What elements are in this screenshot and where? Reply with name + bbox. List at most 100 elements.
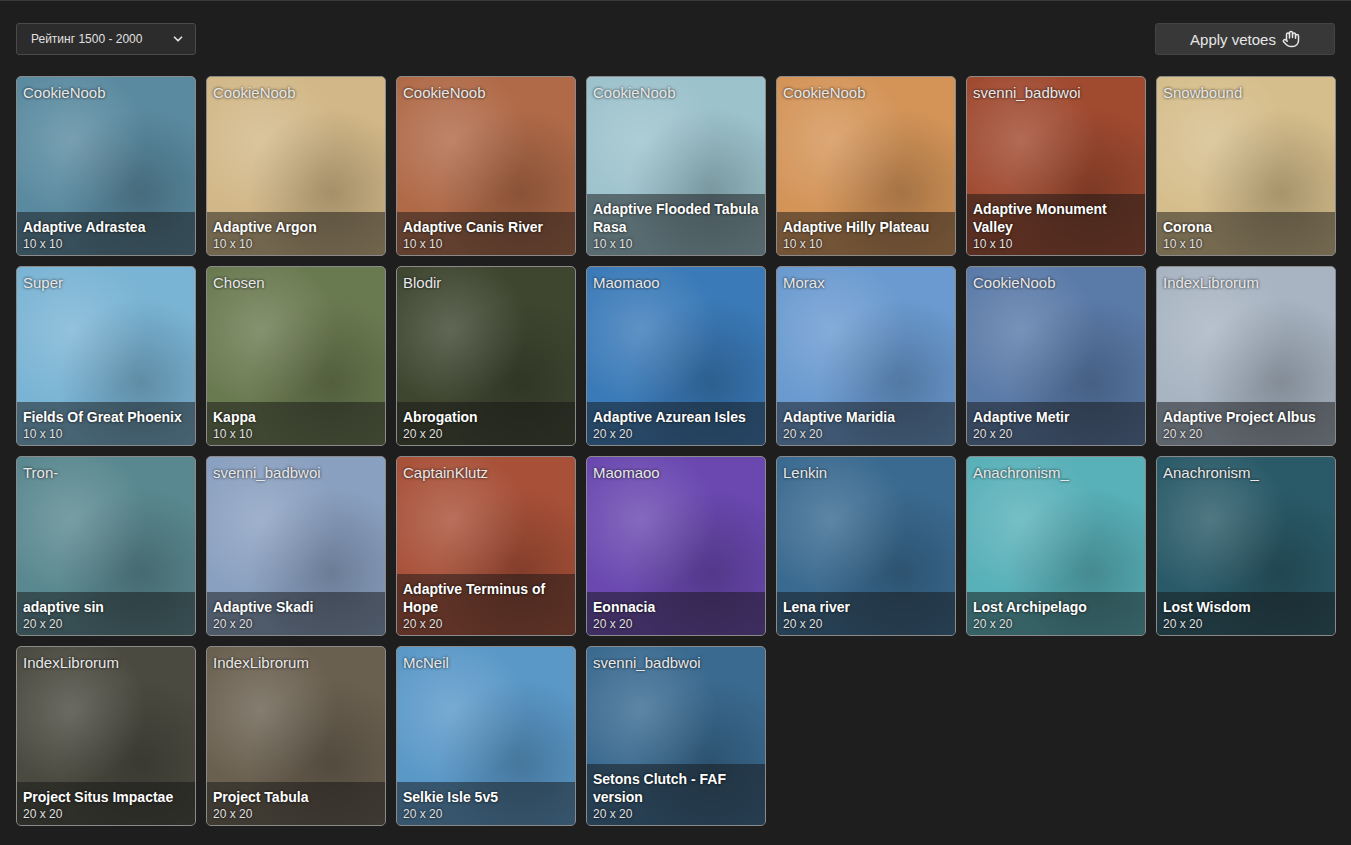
toolbar: Рейтинг 1500 - 2000 Apply vetoes [16,23,1335,55]
map-author: CookieNoob [17,77,195,101]
map-name: Corona [1163,218,1329,236]
map-name: Eonnacia [593,598,759,616]
map-card[interactable]: Anachronism_Lost Wisdom20 x 20 [1156,456,1336,636]
map-size: 20 x 20 [1163,617,1329,631]
map-info: Corona10 x 10 [1157,212,1335,255]
map-size: 20 x 20 [403,807,569,821]
map-size: 20 x 20 [23,807,189,821]
map-size: 10 x 10 [593,237,759,251]
map-author: CookieNoob [207,77,385,101]
map-author: Morax [777,267,955,291]
map-card[interactable]: CookieNoob Adaptive Flooded Tabula Rasa10… [586,76,766,256]
map-card[interactable]: IndexLibrorum Project Tabula20 x 20 [206,646,386,826]
map-author: svenni_badbwoi [587,647,765,671]
map-author: McNeil [397,647,575,671]
map-card[interactable]: Super Fields Of Great Phoenix10 x 10 [16,266,196,446]
map-info: Selkie Isle 5v520 x 20 [397,782,575,825]
map-author: Snowbound [1157,77,1335,101]
map-info: Lena river20 x 20 [777,592,955,635]
rating-dropdown[interactable]: Рейтинг 1500 - 2000 [16,23,196,55]
map-name: Adaptive Azurean Isles [593,408,759,426]
map-author: CookieNoob [777,77,955,101]
map-info: Adaptive Monument Valley10 x 10 [967,194,1145,255]
map-card[interactable]: McNeil Selkie Isle 5v520 x 20 [396,646,576,826]
map-veto-page: Рейтинг 1500 - 2000 Apply vetoes CookieNoo… [0,0,1351,845]
map-author: IndexLibrorum [1157,267,1335,291]
map-name: Kappa [213,408,379,426]
map-card[interactable]: Tron-adaptive sin20 x 20 [16,456,196,636]
map-card[interactable]: IndexLibrorum Adaptive Project Albus20 x … [1156,266,1336,446]
map-author: Maomaoo [587,267,765,291]
map-author: CookieNoob [397,77,575,101]
map-name: Adaptive Project Albus [1163,408,1329,426]
map-card[interactable]: CookieNoob Adaptive Hilly Plateau10 x 10 [776,76,956,256]
map-author: IndexLibrorum [207,647,385,671]
map-info: Adaptive Skadi20 x 20 [207,592,385,635]
map-card[interactable]: Morax Adaptive Maridia20 x 20 [776,266,956,446]
map-size: 20 x 20 [1163,427,1329,441]
map-info: Adaptive Hilly Plateau10 x 10 [777,212,955,255]
map-card[interactable]: BlodirAbrogation20 x 20 [396,266,576,446]
map-card[interactable]: MaomaooEonnacia20 x 20 [586,456,766,636]
map-name: Adaptive Adrastea [23,218,189,236]
map-card[interactable]: IndexLibrorumProject Situs Impactae20 x … [16,646,196,826]
map-size: 20 x 20 [593,807,759,821]
map-author: Chosen [207,267,385,291]
map-author: Lenkin [777,457,955,481]
map-grid: CookieNoobAdaptive Adrastea10 x 10Cookie… [16,76,1335,826]
map-card[interactable]: Maomaoo Adaptive Azurean Isles20 x 20 [586,266,766,446]
map-card[interactable]: Chosen Kappa10 x 10 [206,266,386,446]
map-size: 20 x 20 [783,427,949,441]
map-size: 10 x 10 [973,237,1139,251]
map-info: Project Tabula20 x 20 [207,782,385,825]
map-name: Project Tabula [213,788,379,806]
apply-vetoes-button[interactable]: Apply vetoes [1155,23,1335,55]
map-author: CookieNoob [587,77,765,101]
map-name: Adaptive Flooded Tabula Rasa [593,200,759,236]
map-card[interactable]: CookieNoobAdaptive Canis River10 x 10 [396,76,576,256]
map-card[interactable]: CaptainKlutzAdaptive Terminus of Hope20 … [396,456,576,636]
map-name: Adaptive Skadi [213,598,379,616]
map-info: Adaptive Argon10 x 10 [207,212,385,255]
map-info: Project Situs Impactae20 x 20 [17,782,195,825]
map-info: Adaptive Adrastea10 x 10 [17,212,195,255]
map-card[interactable]: svenni_badbwoiAdaptive Monument Valley10… [966,76,1146,256]
dropdown-label: Рейтинг 1500 - 2000 [31,32,142,46]
map-card[interactable]: svenni_badbwoi Setons Clutch - FAF versio… [586,646,766,826]
map-size: 20 x 20 [23,617,189,631]
map-name: Project Situs Impactae [23,788,189,806]
map-name: Adaptive Monument Valley [973,200,1139,236]
map-name: Selkie Isle 5v5 [403,788,569,806]
map-author: Super [17,267,195,291]
map-size: 10 x 10 [23,427,189,441]
map-size: 10 x 10 [23,237,189,251]
map-info: Adaptive Azurean Isles20 x 20 [587,402,765,445]
map-info: Lost Archipelago20 x 20 [967,592,1145,635]
map-card[interactable]: svenni_badbwoi Adaptive Skadi20 x 20 [206,456,386,636]
map-size: 20 x 20 [213,807,379,821]
map-card[interactable]: CookieNoob Adaptive Adrastea10 x 10 [16,76,196,256]
map-author: Anachronism_ [967,457,1145,481]
map-size: 20 x 20 [973,617,1139,631]
map-size: 10 x 10 [403,237,569,251]
map-card[interactable]: CookieNoob Adaptive Argon10 x 10 [206,76,386,256]
map-name: Setons Clutch - FAF version [593,770,759,806]
map-info: Kappa10 x 10 [207,402,385,445]
map-card[interactable]: Anachronism_ Lost Archipelago20 x 20 [966,456,1146,636]
map-name: Adaptive Maridia [783,408,949,426]
map-name: adaptive sin [23,598,189,616]
map-author: CookieNoob [967,267,1145,291]
map-size: 20 x 20 [403,617,569,631]
map-info: Fields Of Great Phoenix10 x 10 [17,402,195,445]
map-info: Setons Clutch - FAF version20 x 20 [587,764,765,825]
map-size: 20 x 20 [403,427,569,441]
map-author: CaptainKlutz [397,457,575,481]
map-name: Lost Wisdom [1163,598,1329,616]
map-card[interactable]: Snowbound Corona10 x 10 [1156,76,1336,256]
map-author: svenni_badbwoi [207,457,385,481]
map-size: 20 x 20 [783,617,949,631]
map-info: Adaptive Flooded Tabula Rasa10 x 10 [587,194,765,255]
map-card[interactable]: CookieNoobAdaptive Metir20 x 20 [966,266,1146,446]
map-name: Abrogation [403,408,569,426]
map-card[interactable]: Lenkin Lena river20 x 20 [776,456,956,636]
